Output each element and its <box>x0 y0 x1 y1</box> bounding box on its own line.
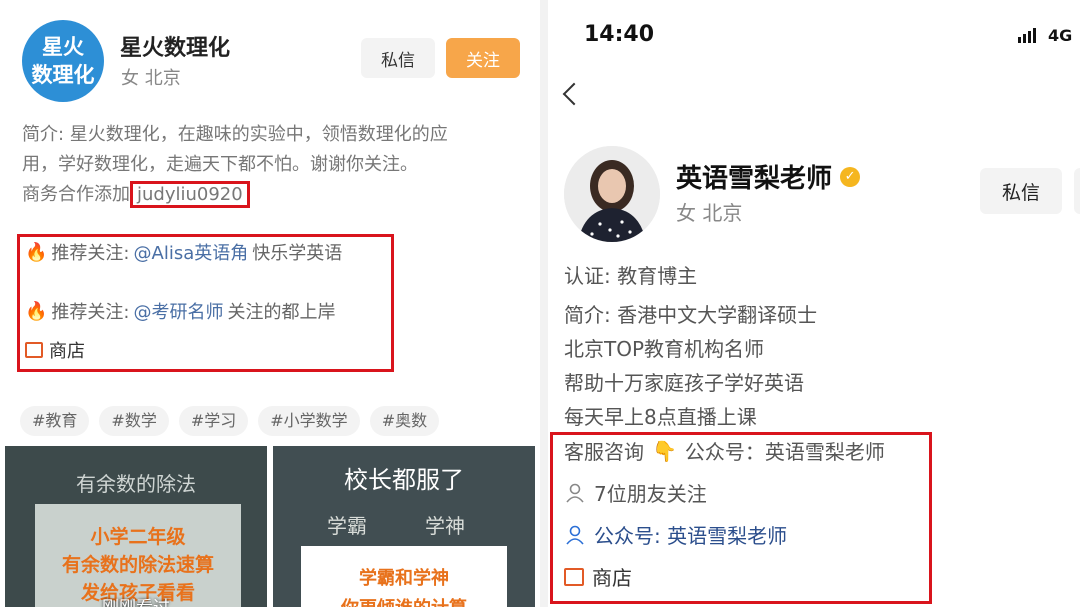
video-caption-line: 小学二年级 <box>90 526 186 548</box>
recommend-row: 🔥 推荐关注: @Alisa英语角 快乐学英语 <box>25 239 342 265</box>
recommend-label: 推荐关注: <box>51 243 130 264</box>
recommend-note: 关注的都上岸 <box>227 302 336 323</box>
certification: 认证: 教育博主 <box>564 264 698 288</box>
profile-meta: 女 北京 <box>676 197 742 226</box>
verified-icon: ✓ <box>840 166 861 187</box>
friends-icon <box>566 483 584 503</box>
message-button[interactable]: 私信 <box>980 168 1062 214</box>
follow-button[interactable]: 关注 <box>446 38 520 78</box>
avatar[interactable]: 星火 数理化 <box>22 20 104 102</box>
profile-meta: 女 北京 <box>121 64 181 90</box>
bio-line: 每天早上8点直播上课 <box>564 405 757 429</box>
message-button[interactable]: 私信 <box>361 38 435 78</box>
gender: 女 <box>676 201 696 225</box>
official-account-text: 公众号: 英语雪梨老师 <box>594 524 788 548</box>
service-label: 客服咨询 <box>564 440 644 464</box>
bio-line: 简介: 星火数理化，在趣味的实验中，领悟数理化的应 <box>22 124 448 145</box>
avatar[interactable] <box>564 146 660 242</box>
video-chalk-title: 有余数的除法 <box>76 472 196 496</box>
profile-bio: 简介: 香港中文大学翻译硕士 北京TOP教育机构名师 帮助十万家庭孩子学好英语 … <box>564 298 817 434</box>
friends-follow-row[interactable]: 7位朋友关注 <box>564 478 707 507</box>
avatar-text-line1: 星火 <box>42 35 84 59</box>
profile-name: 英语雪梨老师 <box>676 164 833 194</box>
bio-contact-prefix: 商务合作添加 <box>22 184 130 205</box>
video-thumbnail[interactable]: 校长都服了 学霸 学神 学霸和学神 你更倾谁的计算 <box>273 446 535 607</box>
avatar-portrait-icon <box>564 146 660 242</box>
video-thumbnail[interactable]: 有余数的除法 小学二年级 有余数的除法速算 发给孩子看看 刚刚看过 <box>5 446 267 607</box>
tag-chip[interactable]: #小学数学 <box>258 406 360 436</box>
video-caption-line: 有余数的除法速算 <box>61 554 214 576</box>
official-account-link[interactable]: 公众号: 英语雪梨老师 <box>564 520 787 549</box>
follow-button-partial[interactable] <box>1074 168 1080 214</box>
profile-name-row: 英语雪梨老师 ✓ <box>676 158 861 195</box>
recommend-mention-link[interactable]: @Alisa英语角 <box>134 239 249 265</box>
recently-viewed-badge: 刚刚看过 <box>5 593 267 607</box>
recommend-row: 🔥 推荐关注: @考研名师 关注的都上岸 <box>25 298 336 324</box>
video-caption-line: 你更倾谁的计算 <box>301 594 507 607</box>
tag-chip[interactable]: #奥数 <box>369 406 440 436</box>
tag-chip[interactable]: #学习 <box>178 406 249 436</box>
video-caption-line: 学霸和学神 <box>359 568 449 589</box>
avatar-text-line2: 数理化 <box>31 63 95 87</box>
bio-line: 北京TOP教育机构名师 <box>564 337 765 361</box>
pointing-down-icon: 👇 <box>652 438 677 463</box>
video-title: 校长都服了 <box>344 466 464 494</box>
service-text: 公众号：英语雪梨老师 <box>684 440 885 464</box>
bio-line: 帮助十万家庭孩子学好英语 <box>564 371 804 395</box>
fire-icon: 🔥 <box>25 300 48 322</box>
shop-link[interactable]: 商店 <box>25 337 85 363</box>
recommend-note: 快乐学英语 <box>252 243 343 264</box>
service-contact-row: 客服咨询 👇 公众号：英语雪梨老师 <box>564 436 885 465</box>
shop-icon <box>564 567 584 586</box>
tag-chip[interactable]: #教育 <box>20 406 90 436</box>
panel-divider <box>540 0 548 607</box>
bio-line: 商务合作添加 judyliu0920 <box>22 180 522 210</box>
location: 北京 <box>144 68 181 89</box>
video-chalk-text: 学霸 <box>327 514 367 538</box>
signal-icon <box>1018 28 1036 43</box>
video-chalk-text: 学神 <box>425 514 465 538</box>
shop-link[interactable]: 商店 <box>564 562 632 591</box>
tag-chip[interactable]: #数学 <box>99 406 169 436</box>
user-icon <box>566 525 584 545</box>
shop-label: 商店 <box>49 341 85 362</box>
tag-list: #教育 #数学 #学习 #小学数学 #奥数 <box>20 406 440 436</box>
right-profile-panel: 14:40 4G 英语雪梨老师 ✓ 女 北京 私信 认证: 教育博主 简介: 香… <box>548 0 1080 607</box>
location: 北京 <box>702 201 743 225</box>
fire-icon: 🔥 <box>25 241 48 263</box>
shop-icon <box>25 342 43 358</box>
left-profile-panel: 星火 数理化 星火数理化 女 北京 私信 关注 简介: 星火数理化，在趣味的实验… <box>0 0 540 607</box>
recommend-mention-link[interactable]: @考研名师 <box>134 298 224 324</box>
status-time: 14:40 <box>584 22 655 47</box>
friends-follow-text: 7位朋友关注 <box>594 482 707 506</box>
gender: 女 <box>121 68 139 89</box>
bio-contact-highlight: judyliu0920 <box>130 181 250 208</box>
profile-bio: 简介: 星火数理化，在趣味的实验中，领悟数理化的应 用，学好数理化，走遍天下都不… <box>22 120 522 210</box>
network-type: 4G <box>1048 26 1073 45</box>
recommend-label: 推荐关注: <box>51 302 130 323</box>
bio-line: 用，学好数理化，走遍天下都不怕。谢谢你关注。 <box>22 154 418 175</box>
shop-label: 商店 <box>592 566 632 590</box>
bio-line: 简介: 香港中文大学翻译硕士 <box>564 303 818 327</box>
profile-name: 星火数理化 <box>120 36 231 61</box>
back-arrow-icon[interactable] <box>562 82 586 106</box>
